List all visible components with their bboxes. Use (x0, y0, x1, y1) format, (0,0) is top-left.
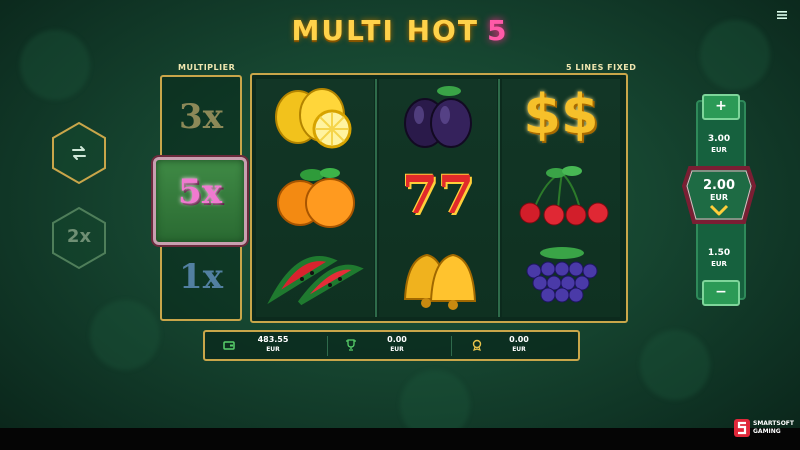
wallet-icon (223, 341, 235, 350)
multiplier-2x-label: 2x (66, 226, 92, 247)
bg-clover (640, 330, 710, 400)
multiplier-5x-active: 5x (153, 157, 247, 245)
reel-divider (498, 79, 500, 317)
symbol-sevens: 77 (379, 159, 497, 237)
multiplier-1x: 1x (179, 257, 223, 297)
bet-decrease-button[interactable]: − (702, 280, 740, 306)
bet-increase-button[interactable]: + (702, 94, 740, 120)
win-value: 0.00 (387, 335, 407, 344)
symbol-cherries (502, 159, 620, 237)
multiplier-label: MULTIPLIER (178, 63, 236, 72)
bet-upper-currency: EUR (711, 146, 727, 154)
stats-divider (451, 336, 452, 356)
symbol-bells (379, 239, 497, 317)
bonus-value: 0.00 (509, 335, 529, 344)
bet-panel: + 3.00 EUR 2.00 EUR 1.50 EUR − (681, 92, 757, 306)
bet-current-value: 2.00 (702, 178, 736, 193)
bet-current-currency: EUR (709, 193, 729, 202)
bet-current-display: 2.00 EUR (681, 162, 757, 234)
game-title-text: MULTI HOT (291, 14, 479, 47)
balance-currency: EUR (266, 346, 280, 353)
bet-upper-value[interactable]: 3.00 (696, 134, 742, 145)
bg-clover (90, 300, 160, 370)
win-currency: EUR (390, 346, 404, 353)
reel-1 (256, 79, 374, 317)
brand-line-2: GAMING (753, 428, 781, 435)
reel-3: $$ (502, 79, 620, 317)
win-stat: 0.00 EUR (329, 332, 451, 359)
stats-bar: 483.55 EUR 0.00 EUR 0.00 EUR (203, 330, 580, 361)
bonus-stat: 0.00 EUR (453, 332, 576, 359)
symbol-watermelon (256, 239, 374, 317)
reels-frame: 77 $$ (250, 73, 628, 323)
symbol-oranges (256, 159, 374, 237)
symbol-dollars-text: $$ (523, 83, 599, 146)
symbol-dollars: $$ (502, 79, 620, 157)
brand-logo: SMARTSOFT GAMING (733, 418, 795, 442)
multiplier-5x-label: 5x (178, 172, 222, 212)
game-title-number: 5 (486, 14, 509, 47)
game-stage: MULTI HOT 5 MULTIPLIER 5 LINES FIXED 2x 3… (0, 0, 800, 450)
game-title: MULTI HOT 5 (0, 14, 800, 47)
brand-text: SMARTSOFT GAMING (753, 420, 794, 436)
multiplier-3x: 3x (179, 97, 223, 137)
symbol-plums (379, 79, 497, 157)
symbol-sevens-text: 77 (401, 165, 475, 226)
balance-stat: 483.55 EUR (205, 332, 327, 359)
brand-line-1: SMARTSOFT (753, 420, 794, 427)
balance-value: 483.55 (257, 335, 289, 344)
symbol-lemons (256, 79, 374, 157)
reel-divider (375, 79, 377, 317)
bet-lower-currency: EUR (711, 260, 727, 268)
menu-icon[interactable] (774, 8, 790, 24)
autoplay-icon (72, 146, 86, 160)
stats-divider (327, 336, 328, 356)
bottom-strip (0, 428, 800, 450)
smartsoft-logo-icon (734, 419, 750, 437)
autoplay-button[interactable] (51, 121, 107, 185)
medal-icon (472, 339, 482, 351)
multiplier-2x-button[interactable]: 2x (51, 206, 107, 270)
trophy-icon (346, 339, 356, 351)
chevron-down-icon[interactable] (709, 204, 729, 216)
lines-label: 5 LINES FIXED (566, 63, 637, 72)
bonus-currency: EUR (512, 346, 526, 353)
symbol-grapes (502, 239, 620, 317)
bet-lower-value[interactable]: 1.50 (696, 248, 742, 259)
reel-2: 77 (379, 79, 497, 317)
